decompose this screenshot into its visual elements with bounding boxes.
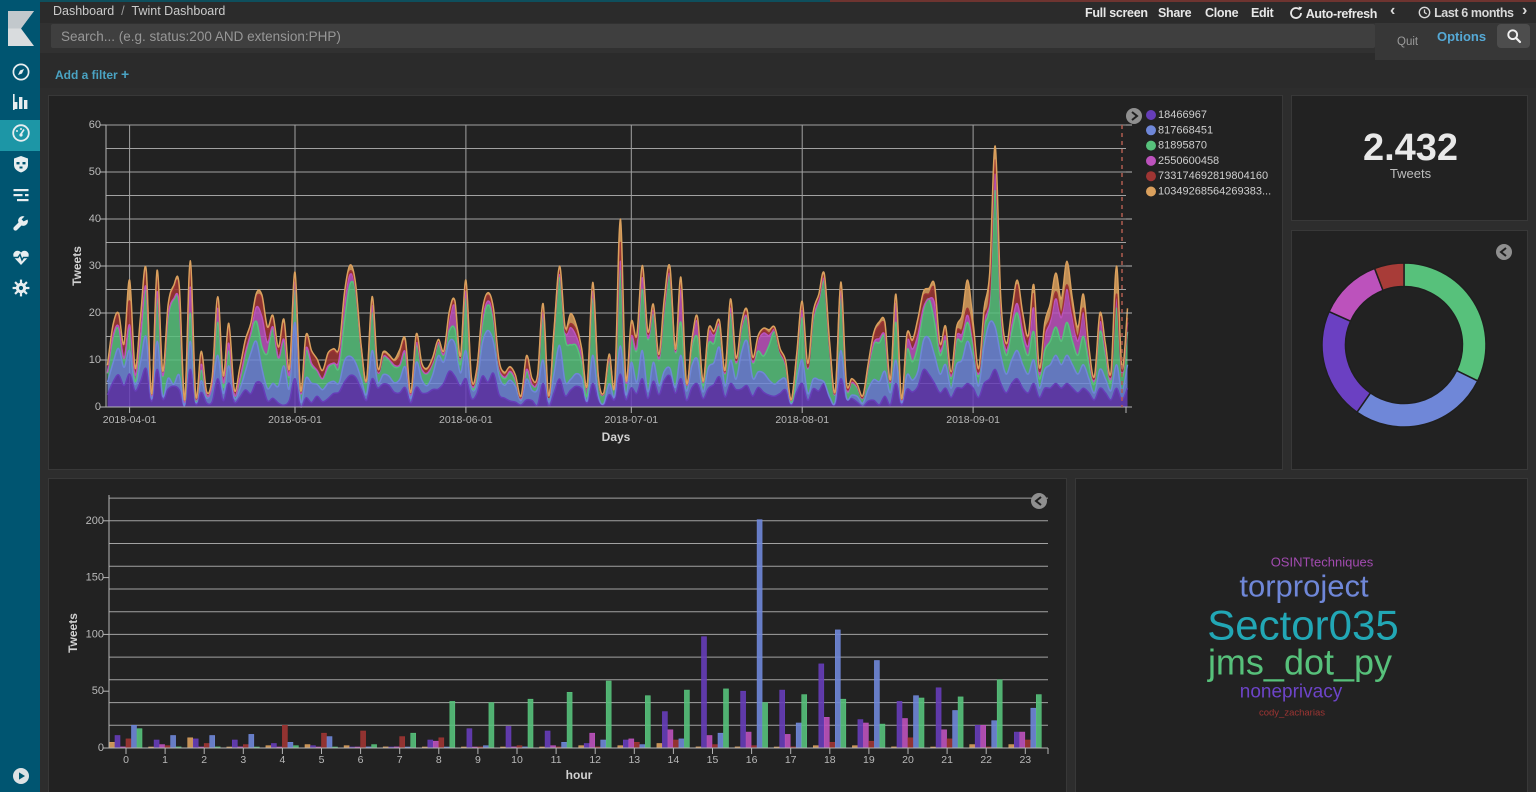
svg-text:50: 50	[89, 166, 101, 178]
svg-text:11: 11	[551, 754, 562, 766]
svg-text:20: 20	[89, 307, 101, 319]
svg-text:6: 6	[358, 754, 364, 766]
svg-text:100: 100	[86, 628, 104, 640]
svg-text:torproject: torproject	[1239, 569, 1369, 604]
svg-text:2018-06-01: 2018-06-01	[439, 414, 493, 426]
svg-text:14: 14	[668, 754, 680, 766]
svg-text:Tweets: Tweets	[70, 246, 84, 286]
svg-text:2550600458: 2550600458	[1158, 155, 1219, 167]
svg-text:10349268564269383...: 10349268564269383...	[1158, 186, 1271, 198]
svg-text:20: 20	[902, 754, 914, 766]
svg-text:200: 200	[86, 515, 104, 527]
svg-text:10: 10	[89, 354, 101, 366]
svg-text:0: 0	[98, 742, 104, 754]
svg-text:817668451: 817668451	[1158, 124, 1213, 136]
svg-text:0: 0	[123, 754, 129, 766]
svg-text:12: 12	[589, 754, 601, 766]
svg-text:13: 13	[628, 754, 640, 766]
svg-text:0: 0	[95, 401, 101, 413]
svg-text:40: 40	[89, 213, 101, 225]
svg-text:9: 9	[475, 754, 481, 766]
svg-text:1: 1	[162, 754, 168, 766]
svg-text:150: 150	[86, 572, 104, 584]
svg-text:18: 18	[824, 754, 836, 766]
svg-text:18466967: 18466967	[1158, 109, 1207, 121]
svg-text:2018-07-01: 2018-07-01	[604, 414, 658, 426]
svg-text:50: 50	[92, 685, 104, 697]
svg-text:hour: hour	[566, 768, 593, 782]
svg-text:733174692819804160: 733174692819804160	[1158, 170, 1268, 182]
svg-text:10: 10	[511, 754, 523, 766]
svg-text:3: 3	[240, 754, 246, 766]
svg-text:OSINTtechniques: OSINTtechniques	[1271, 555, 1374, 570]
svg-text:2018-09-01: 2018-09-01	[946, 414, 1000, 426]
svg-text:Tweets: Tweets	[66, 613, 80, 653]
svg-text:2018-08-01: 2018-08-01	[775, 414, 829, 426]
svg-text:2018-04-01: 2018-04-01	[103, 414, 157, 426]
svg-text:23: 23	[1019, 754, 1031, 766]
svg-text:21: 21	[941, 754, 953, 766]
svg-text:jms_dot_py: jms_dot_py	[1207, 642, 1392, 683]
svg-text:16: 16	[746, 754, 758, 766]
svg-text:2018-05-01: 2018-05-01	[268, 414, 322, 426]
svg-text:60: 60	[89, 119, 101, 131]
svg-text:17: 17	[785, 754, 797, 766]
svg-text:8: 8	[436, 754, 442, 766]
svg-text:Days: Days	[602, 430, 631, 444]
svg-text:30: 30	[89, 260, 101, 272]
svg-text:noneprivacy: noneprivacy	[1240, 682, 1343, 703]
svg-text:2: 2	[201, 754, 207, 766]
svg-text:15: 15	[707, 754, 719, 766]
svg-text:5: 5	[319, 754, 325, 766]
svg-text:4: 4	[279, 754, 285, 766]
svg-text:cody_zacharias: cody_zacharias	[1259, 708, 1325, 719]
svg-text:22: 22	[980, 754, 992, 766]
svg-text:81895870: 81895870	[1158, 140, 1207, 152]
svg-text:19: 19	[863, 754, 875, 766]
svg-text:7: 7	[397, 754, 403, 766]
